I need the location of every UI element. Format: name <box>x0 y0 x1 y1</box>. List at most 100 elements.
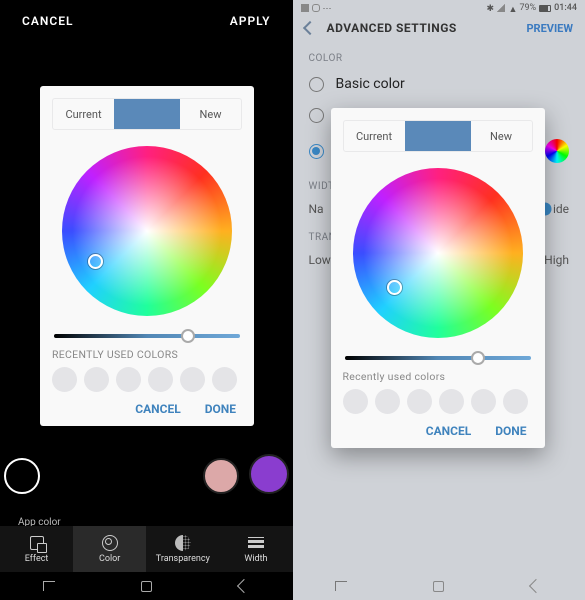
color-wheel[interactable] <box>62 146 232 316</box>
palette-icon <box>102 535 118 551</box>
status-icons-right: ✱ ▲ 79% 01:44 <box>486 3 577 13</box>
recent-swatch[interactable] <box>375 389 400 414</box>
radio-icon-selected[interactable] <box>309 144 324 159</box>
brightness-thumb[interactable] <box>471 351 485 365</box>
color-picker-card-left: Current New RECENTLY USED COLORS <box>40 86 254 426</box>
nav-home-icon[interactable] <box>432 579 446 593</box>
bottom-tabs: Effect Color Transparency Width <box>0 526 293 572</box>
apply-button[interactable]: APPLY <box>230 14 271 28</box>
bluetooth-icon: ✱ <box>486 4 494 12</box>
title-bar: ADVANCED SETTINGS PREVIEW <box>293 13 585 43</box>
left-screen: CANCEL APPLY App color Effect Color Tran… <box>0 0 293 600</box>
brightness-thumb[interactable] <box>181 329 195 343</box>
brightness-track <box>345 356 531 360</box>
nav-back-icon[interactable] <box>237 579 251 593</box>
option-label: Basic color <box>336 76 405 92</box>
tab-color[interactable]: Color <box>73 526 146 572</box>
left-nav-bar <box>0 572 293 600</box>
nav-home-icon[interactable] <box>139 579 153 593</box>
transparency-icon <box>175 535 191 551</box>
tab-transparency[interactable]: Transparency <box>146 526 219 572</box>
status-icons-left: ⋯ <box>301 4 331 12</box>
option-basic-color[interactable]: Basic color <box>293 68 585 100</box>
recent-swatch[interactable] <box>439 389 464 414</box>
page-title: ADVANCED SETTINGS <box>327 21 457 35</box>
wifi-icon: ▲ <box>508 4 516 12</box>
recent-colors-label: Recently used colors <box>343 370 533 383</box>
wheel-cursor-icon[interactable] <box>88 254 103 269</box>
current-label: Current <box>344 122 405 151</box>
screenshot-icon <box>301 4 309 12</box>
recent-colors-row <box>52 367 242 392</box>
width-max-label: ide <box>553 202 569 216</box>
nav-back-icon[interactable] <box>529 579 543 593</box>
right-nav-bar <box>293 572 585 600</box>
signal-icon <box>497 4 505 12</box>
cloud-icon <box>312 4 320 12</box>
recent-swatch[interactable] <box>52 367 77 392</box>
right-screen: ⋯ ✱ ▲ 79% 01:44 ADVANCED SETTINGS PREVIE… <box>293 0 585 600</box>
picker-done-button[interactable]: DONE <box>495 424 526 438</box>
color-swatch <box>405 121 471 151</box>
width-icon <box>248 537 264 548</box>
status-bar: ⋯ ✱ ▲ 79% 01:44 <box>293 0 585 13</box>
effect-icon <box>30 536 44 550</box>
tab-width-label: Width <box>244 554 267 564</box>
recent-swatch[interactable] <box>471 389 496 414</box>
recent-swatch[interactable] <box>180 367 205 392</box>
brightness-track <box>54 334 240 338</box>
bg-swatch-left[interactable] <box>4 458 40 494</box>
back-icon[interactable] <box>302 21 316 35</box>
transp-min-label: Low <box>309 253 331 267</box>
picker-cancel-button[interactable]: CANCEL <box>426 424 471 438</box>
color-swatch <box>114 99 180 129</box>
new-label: New <box>471 122 532 151</box>
swatch-row: Current New <box>343 120 533 152</box>
color-wheel[interactable] <box>353 168 523 338</box>
recent-swatch[interactable] <box>116 367 141 392</box>
picker-done-button[interactable]: DONE <box>205 402 236 416</box>
recent-swatch[interactable] <box>503 389 528 414</box>
color-picker-card-right: Current New Recently used colors <box>331 108 545 448</box>
battery-icon <box>539 5 551 12</box>
recent-swatch[interactable] <box>407 389 432 414</box>
picker-cancel-button[interactable]: CANCEL <box>135 402 180 416</box>
tab-width[interactable]: Width <box>219 526 292 572</box>
left-topbar: CANCEL APPLY <box>0 0 293 42</box>
new-label: New <box>180 100 241 129</box>
preview-button[interactable]: PREVIEW <box>526 22 573 35</box>
radio-icon[interactable] <box>309 108 324 123</box>
brightness-slider[interactable] <box>345 356 531 360</box>
card-actions: CANCEL DONE <box>343 424 533 438</box>
current-label: Current <box>53 100 114 129</box>
recent-swatch[interactable] <box>212 367 237 392</box>
recent-swatch[interactable] <box>84 367 109 392</box>
color-wheel-wrap <box>343 152 533 350</box>
recent-swatch[interactable] <box>148 367 173 392</box>
bg-swatch-pink[interactable] <box>203 458 239 494</box>
wheel-cursor-icon[interactable] <box>387 280 402 295</box>
width-min-label: Na <box>309 202 324 216</box>
bg-swatch-purple[interactable] <box>249 454 289 494</box>
tab-transparency-label: Transparency <box>156 554 210 564</box>
hue-wheel-icon <box>545 139 569 163</box>
nav-recent-icon[interactable] <box>334 579 348 593</box>
section-color: COLOR <box>293 43 585 68</box>
radio-icon[interactable] <box>309 77 324 92</box>
tab-effect-label: Effect <box>25 554 49 564</box>
brightness-slider[interactable] <box>54 334 240 338</box>
color-wheel-wrap <box>52 130 242 328</box>
transp-max-label: High <box>544 253 569 267</box>
card-actions: CANCEL DONE <box>52 402 242 416</box>
recent-swatch[interactable] <box>343 389 368 414</box>
recent-colors-row <box>343 389 533 414</box>
dots-icon: ⋯ <box>323 4 331 12</box>
tab-effect[interactable]: Effect <box>0 526 73 572</box>
nav-recent-icon[interactable] <box>42 579 56 593</box>
clock: 01:44 <box>554 3 577 13</box>
recent-colors-label: RECENTLY USED COLORS <box>52 348 242 361</box>
tab-color-label: Color <box>99 554 120 564</box>
swatch-row: Current New <box>52 98 242 130</box>
cancel-button[interactable]: CANCEL <box>22 14 73 28</box>
battery-pct: 79% <box>519 3 536 13</box>
